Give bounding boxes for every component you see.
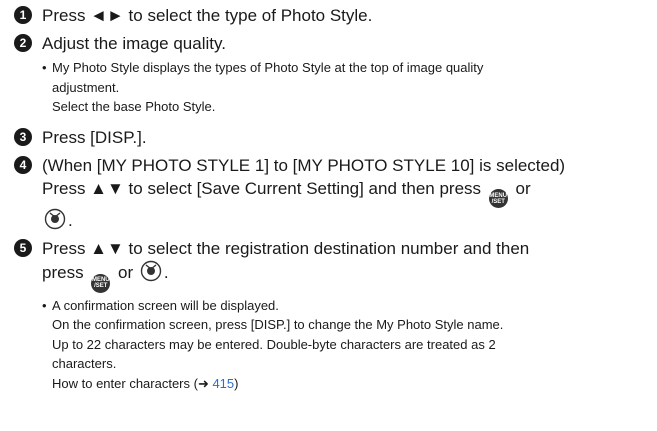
period-text: .	[68, 211, 73, 230]
step-number-badge: 2	[14, 34, 32, 52]
step-number-badge: 5	[14, 239, 32, 257]
menu-set-button-icon: MENU/SET	[91, 273, 111, 293]
step-text-with-icons: .	[42, 208, 651, 232]
period-text: .	[163, 263, 169, 282]
step-text: Press ◄► to select the type of Photo Sty…	[42, 6, 373, 25]
step-text: Press [DISP.].	[42, 127, 147, 147]
or-text: or	[515, 178, 531, 198]
step-text: Press ▲▼ to select the registration dest…	[42, 239, 530, 258]
bullet-marker: •	[42, 297, 47, 313]
control-dial-press-icon	[140, 260, 162, 282]
step-number-badge: 4	[14, 155, 32, 174]
step-4: 4 (When [MY PHOTO STYLE 1] to [MY PHOTO …	[14, 154, 651, 233]
link-prefix: How to enter characters (➜	[52, 375, 213, 391]
step-number-badge: 3	[14, 127, 32, 146]
bullet-note: • My Photo Style displays the types of P…	[42, 58, 651, 117]
step-1: 1 Press ◄► to select the type of Photo S…	[14, 4, 651, 27]
bullet-line: A confirmation screen will be displayed.	[52, 297, 279, 313]
step-2: 2 Adjust the image quality. • My Photo S…	[14, 32, 651, 121]
bullet-line: adjustment.	[52, 79, 120, 95]
page-link[interactable]: 415	[212, 376, 234, 391]
bullet-marker: •	[42, 60, 47, 75]
or-text: or	[118, 263, 134, 282]
step-5: 5 Press ▲▼ to select the registration de…	[14, 237, 651, 397]
bullet-line: Up to 22 characters may be entered. Doub…	[52, 336, 496, 352]
menu-set-button-icon: MENU/SET	[488, 189, 508, 208]
step-text: Adjust the image quality.	[42, 34, 226, 53]
step-text-with-icons: press MENU/SET or .	[42, 260, 651, 293]
step-text: (When [MY PHOTO STYLE 1] to [MY PHOTO ST…	[42, 155, 566, 175]
bullet-line: characters.	[52, 356, 117, 371]
step-text-with-icons: Press ▲▼ to select [Save Current Setting…	[42, 177, 651, 208]
instruction-page: 1 Press ◄► to select the type of Photo S…	[0, 0, 657, 431]
step-text: press	[42, 263, 84, 282]
bullet-line: My Photo Style displays the types of Pho…	[52, 60, 484, 75]
link-suffix: )	[234, 375, 239, 391]
bullet-note: • A confirmation screen will be displaye…	[42, 296, 651, 394]
cross-reference: How to enter characters (➜ 415)	[52, 374, 503, 394]
bullet-line: On the confirmation screen, press [DISP.…	[52, 317, 504, 332]
step-text: Press ▲▼ to select [Save Current Setting…	[42, 178, 482, 198]
step-3: 3 Press [DISP.].	[14, 126, 651, 149]
step-number-badge: 1	[14, 6, 32, 24]
control-dial-press-icon	[44, 208, 66, 230]
bullet-line: Select the base Photo Style.	[52, 99, 216, 114]
